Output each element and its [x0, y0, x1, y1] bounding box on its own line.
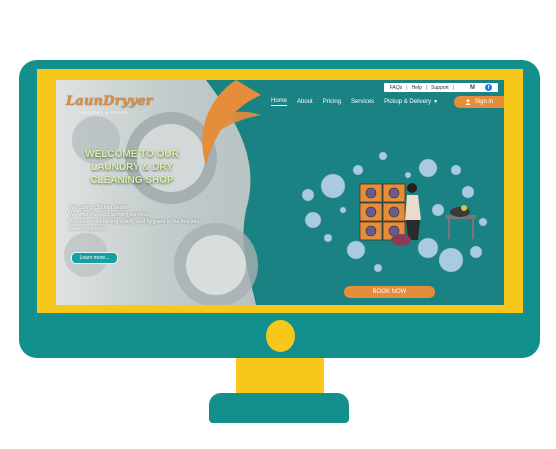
nav-about[interactable]: About — [297, 99, 313, 105]
monitor-stand-neck — [236, 358, 324, 394]
help-link[interactable]: Help — [412, 85, 422, 91]
nav-home[interactable]: Home — [271, 98, 288, 106]
brand-logo[interactable]: LaunDryyer — [66, 94, 153, 109]
nav-services[interactable]: Services — [351, 99, 374, 105]
hero-text-line: We offer the best laundry services. — [69, 212, 151, 218]
nav-pickup-delivery-label: Pickup & Delivery — [384, 99, 432, 105]
laundry-illustration — [301, 151, 488, 273]
separator: | — [406, 84, 408, 91]
sign-in-button[interactable]: Sign in — [454, 96, 504, 108]
faqs-link[interactable]: FAQs — [390, 85, 403, 91]
nav-pickup-delivery[interactable]: Pickup & Delivery ▼ — [384, 99, 438, 105]
separator: | — [425, 84, 428, 91]
sign-in-label: Sign in — [474, 99, 494, 105]
main-nav: Home About Pricing Services Pickup & Del… — [271, 98, 438, 106]
hero-title-line: WELCOME TO OUR — [85, 149, 179, 160]
book-now-button[interactable]: BOOK NOW — [344, 286, 435, 298]
gmail-icon[interactable]: M — [470, 85, 475, 91]
support-link[interactable]: Support — [431, 85, 449, 91]
hero-title-line: CLEANING SHOP — [90, 175, 174, 186]
hero-title: WELCOME TO OUR LAUNDRY & DRY CLEANING SH… — [72, 148, 192, 187]
top-utility-bar: FAQs | Help | Support | M f — [383, 83, 498, 92]
user-icon — [465, 99, 471, 105]
caret-down-icon: ▼ — [433, 99, 439, 105]
hero-description: We caring Clothes better. We offer the b… — [69, 205, 249, 233]
hero-text-line: We caring Clothes better. — [69, 205, 129, 211]
facebook-icon[interactable]: f — [485, 84, 492, 91]
brand-tagline: LAUNDRY & DRYER — [80, 111, 129, 115]
nav-pricing[interactable]: Pricing — [323, 99, 341, 105]
monitor-stand-base — [209, 393, 349, 423]
learn-more-button[interactable]: Learn more... — [71, 252, 118, 264]
power-button — [266, 320, 295, 352]
website-screen: FAQs | Help | Support | M f LaunDryyer L… — [56, 80, 504, 305]
hero-title-line: LAUNDRY & DRY — [91, 162, 173, 173]
hero-text-line: Because maintaining quality and hygiene … — [69, 219, 201, 225]
hero-text-line: toward success. — [69, 226, 107, 232]
separator: | — [452, 84, 454, 91]
